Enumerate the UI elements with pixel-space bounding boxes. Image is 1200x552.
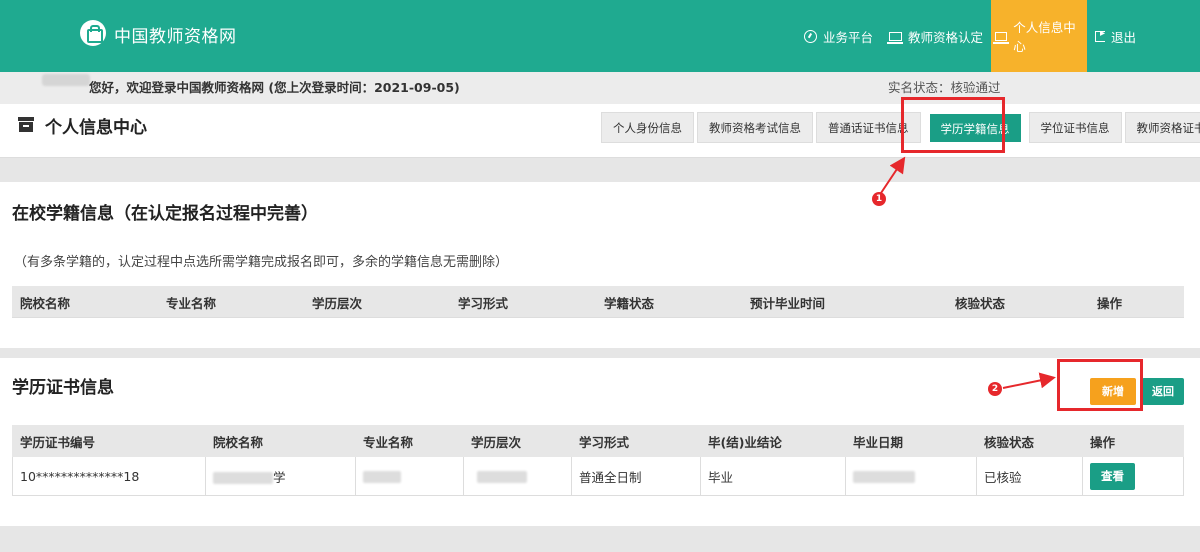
tab-teacher-cert[interactable]: 教师资格证书信息 [1124, 112, 1200, 143]
enrollment-note: （有多条学籍的，认定过程中点选所需学籍完成报名即可，多余的学籍信息无需删除） [14, 255, 509, 270]
highlight-box-tab [901, 97, 1005, 153]
certificate-section-title: 学历证书信息 [12, 378, 114, 398]
back-button[interactable]: 返回 [1142, 378, 1184, 405]
level-cell [463, 456, 572, 496]
column-header: 学历层次 [304, 286, 451, 318]
enrollment-section-title: 在校学籍信息（在认定报名过程中完善） [12, 204, 318, 224]
logo-icon [80, 20, 106, 46]
column-header: 专业名称 [158, 286, 305, 318]
nav-item-label: 教师资格认定 [907, 29, 983, 45]
nav-item-label: 退出 [1110, 29, 1136, 45]
table-bottom-divider [12, 317, 1184, 318]
table-row: 10**************18 学 普通全日制 毕业 已核验 查看 [12, 456, 1184, 496]
table-header-row: 学历证书编号 院校名称 专业名称 学历层次 学习形式 毕(结)业结论 毕业日期 … [12, 425, 1184, 457]
page-title: 个人信息中心 [45, 118, 147, 138]
verify-status-cell: 已核验 [976, 456, 1083, 496]
enrollment-table: 院校名称 专业名称 学历层次 学习形式 学籍状态 预计毕业时间 核验状态 操作 [12, 286, 1184, 318]
top-nav: 业务平台 教师资格认定 个人信息中心 退出 [796, 0, 1200, 72]
tab-exam[interactable]: 教师资格考试信息 [697, 112, 813, 143]
site-title[interactable]: 中国教师资格网 [114, 22, 237, 47]
welcome-text: 您好，欢迎登录中国教师资格网 (您上次登录时间：2021-09-05) [89, 80, 460, 95]
annotation-marker-2: 2 [988, 382, 1002, 396]
logout-icon [1094, 28, 1105, 42]
archive-icon [18, 117, 34, 132]
cert-number-cell: 10**************18 [12, 456, 206, 496]
nav-item-business-platform[interactable]: 业务平台 [796, 0, 881, 72]
column-header: 操作 [1089, 286, 1184, 318]
column-header: 学历证书编号 [12, 425, 206, 457]
conclusion-cell: 毕业 [700, 456, 846, 496]
monitor-icon [886, 31, 903, 44]
realname-status: 实名状态：核验通过 [888, 80, 1001, 95]
column-header: 毕业日期 [845, 425, 977, 457]
column-header: 核验状态 [976, 425, 1083, 457]
column-header: 毕(结)业结论 [700, 425, 846, 457]
graduation-date-cell [845, 456, 977, 496]
nav-item-qualification[interactable]: 教师资格认定 [881, 0, 991, 72]
user-name-blurred [42, 74, 90, 86]
nav-item-label: 个人信息中心 [1013, 20, 1076, 54]
table-header-row: 院校名称 专业名称 学历层次 学习形式 学籍状态 预计毕业时间 核验状态 操作 [12, 286, 1184, 318]
tab-degree[interactable]: 学位证书信息 [1028, 112, 1122, 143]
column-header: 院校名称 [12, 286, 159, 318]
dashboard-icon [803, 29, 817, 43]
column-header: 学历层次 [463, 425, 572, 457]
nav-item-logout[interactable]: 退出 [1087, 0, 1200, 72]
column-header: 学习形式 [450, 286, 597, 318]
blurred-value [363, 471, 401, 483]
nav-item-label: 业务平台 [822, 29, 873, 45]
monitor-icon [992, 31, 1010, 44]
highlight-box-add [1057, 359, 1143, 411]
column-header: 核验状态 [947, 286, 1090, 318]
column-header: 专业名称 [355, 425, 464, 457]
column-header: 院校名称 [205, 425, 356, 457]
school-name-cell: 学 [205, 456, 356, 496]
annotation-marker-1: 1 [872, 192, 886, 206]
study-form-cell: 普通全日制 [571, 456, 701, 496]
major-cell [355, 456, 464, 496]
column-header: 学习形式 [571, 425, 701, 457]
blurred-value [853, 471, 915, 483]
certificate-table: 学历证书编号 院校名称 专业名称 学历层次 学习形式 毕(结)业结论 毕业日期 … [12, 425, 1184, 496]
top-header: 中国教师资格网 业务平台 教师资格认定 个人信息中心 退出 [0, 0, 1200, 72]
blurred-value [477, 471, 527, 483]
column-header: 预计毕业时间 [742, 286, 948, 318]
column-header: 学籍状态 [596, 286, 743, 318]
view-button[interactable]: 查看 [1090, 462, 1135, 490]
blurred-value [213, 472, 273, 484]
action-cell: 查看 [1082, 456, 1184, 496]
tab-identity[interactable]: 个人身份信息 [601, 112, 694, 143]
column-header: 操作 [1082, 425, 1184, 457]
school-suffix: 学 [273, 469, 286, 485]
nav-item-personal-center[interactable]: 个人信息中心 [990, 0, 1087, 72]
